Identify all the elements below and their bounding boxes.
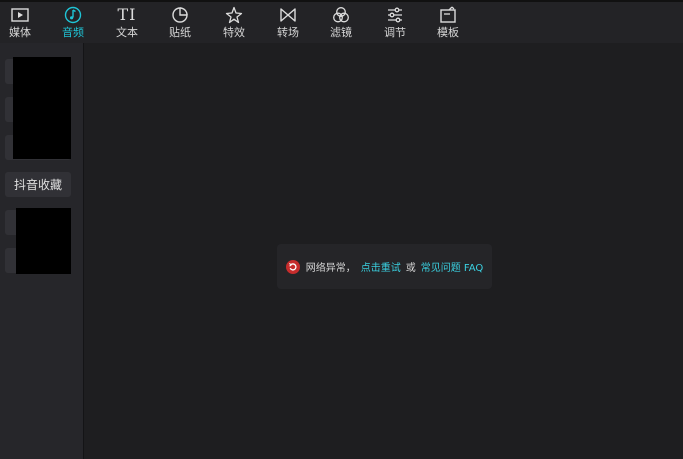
tool-media-label: 媒体	[9, 26, 31, 39]
sidebar-overlay-block	[13, 57, 71, 159]
tool-audio-label: 音频	[62, 26, 84, 39]
sliders-icon	[385, 6, 405, 24]
tool-transition[interactable]: 转场	[268, 6, 308, 42]
sidebar-tab-label: 抖音收藏	[13, 178, 62, 192]
music-note-icon	[63, 6, 83, 24]
error-text: 网络异常，	[305, 263, 356, 274]
or-text: 或	[405, 263, 416, 274]
tool-transition-label: 转场	[277, 26, 299, 39]
category-sidebar: 抖音收藏	[0, 43, 84, 459]
network-error-message: 网络异常， 点击重试 或 常见问题 FAQ	[277, 244, 492, 289]
tool-adjust-label: 调节	[384, 26, 406, 39]
tool-filter[interactable]: 滤镜	[321, 6, 361, 42]
sidebar-tab-douyin-favorites[interactable]: 抖音收藏	[5, 172, 71, 197]
filter-circles-icon	[331, 6, 351, 24]
tool-template[interactable]: 模板	[428, 6, 468, 42]
tool-adjust[interactable]: 调节	[375, 6, 415, 42]
tool-sticker[interactable]: 贴纸	[160, 6, 200, 42]
tool-text-label: 文本	[116, 26, 138, 39]
tool-filter-label: 滤镜	[330, 26, 352, 39]
sparkle-star-icon	[224, 6, 244, 24]
sticker-icon	[170, 6, 190, 24]
bowtie-transition-icon	[278, 6, 298, 24]
retry-link[interactable]: 点击重试	[361, 259, 401, 274]
template-icon	[438, 6, 458, 24]
faq-link[interactable]: 常见问题 FAQ	[421, 259, 484, 274]
tool-audio[interactable]: 音频	[53, 6, 93, 42]
play-media-icon	[10, 6, 30, 24]
tool-effects-label: 特效	[223, 26, 245, 39]
top-toolbar: 媒体 音频 TI 文本 贴纸 特效 转场 滤镜 调节 模板	[0, 0, 683, 43]
tool-effects[interactable]: 特效	[214, 6, 254, 42]
tool-sticker-label: 贴纸	[169, 26, 191, 39]
tool-template-label: 模板	[437, 26, 459, 39]
sidebar-overlay-block-2	[16, 208, 71, 274]
refresh-error-icon[interactable]	[285, 259, 300, 274]
text-icon: TI	[117, 5, 137, 24]
tool-media[interactable]: 媒体	[0, 6, 40, 42]
tool-text[interactable]: TI 文本	[107, 6, 147, 42]
